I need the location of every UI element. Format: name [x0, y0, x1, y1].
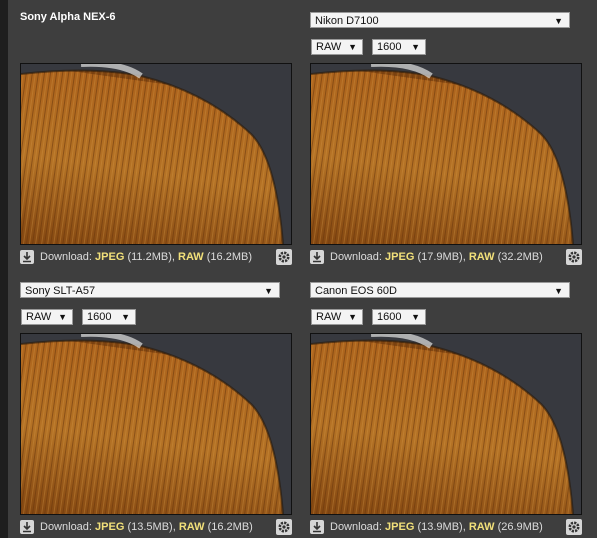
gear-icon[interactable] — [276, 519, 292, 535]
download-icon[interactable] — [310, 520, 324, 534]
download-label: Download: — [330, 251, 382, 263]
jpeg-size: (11.2MB) — [127, 251, 172, 263]
download-icon[interactable] — [20, 250, 34, 264]
sample-image[interactable] — [310, 333, 582, 515]
jpeg-size: (17.9MB) — [417, 251, 463, 263]
raw-link[interactable]: RAW — [469, 521, 495, 533]
brush-photo — [21, 334, 291, 514]
format-value: RAW — [26, 311, 52, 323]
iso-select[interactable]: 1600 ▼ — [82, 309, 136, 325]
format-select[interactable]: RAW ▼ — [311, 39, 363, 55]
comparison-cell-2: Nikon D7100 ▼ RAW ▼ 1600 ▼ Download: JPE… — [298, 0, 582, 270]
raw-size: (16.2MB) — [207, 521, 253, 533]
format-value: RAW — [316, 311, 342, 323]
jpeg-size: (13.9MB) — [417, 521, 463, 533]
download-icon[interactable] — [310, 250, 324, 264]
chevron-down-icon: ▼ — [264, 286, 273, 296]
raw-link[interactable]: RAW — [469, 251, 495, 263]
jpeg-link[interactable]: JPEG — [385, 521, 414, 533]
left-strip — [0, 0, 8, 538]
camera-select-value: Canon EOS 60D — [315, 285, 397, 297]
separator: , — [462, 251, 466, 263]
download-bar: Download: JPEG (17.9MB), RAW (32.2MB) — [310, 248, 584, 266]
chevron-down-icon: ▼ — [411, 42, 420, 52]
brush-photo — [21, 64, 291, 244]
gear-icon[interactable] — [566, 249, 582, 265]
download-bar: Download: JPEG (11.2MB), RAW (16.2MB) — [20, 248, 294, 266]
raw-link[interactable]: RAW — [178, 251, 204, 263]
camera-select-value: Sony SLT-A57 — [25, 285, 96, 297]
gear-icon[interactable] — [566, 519, 582, 535]
comparison-cell-1: Sony Alpha NEX-6 Download: JPEG (11.2MB)… — [8, 0, 292, 270]
sample-image[interactable] — [20, 63, 292, 245]
download-label: Download: — [40, 251, 92, 263]
format-select[interactable]: RAW ▼ — [21, 309, 73, 325]
iso-value: 1600 — [377, 311, 402, 323]
raw-size: (26.9MB) — [497, 521, 543, 533]
camera-select[interactable]: Nikon D7100 ▼ — [310, 12, 570, 28]
raw-link[interactable]: RAW — [179, 521, 205, 533]
format-select[interactable]: RAW ▼ — [311, 309, 363, 325]
comparison-panel: Sony Alpha NEX-6 Download: JPEG (11.2MB)… — [8, 0, 597, 538]
jpeg-link[interactable]: JPEG — [95, 251, 124, 263]
separator: , — [462, 521, 466, 533]
brush-photo — [311, 64, 581, 244]
jpeg-link[interactable]: JPEG — [95, 521, 124, 533]
raw-size: (32.2MB) — [497, 251, 543, 263]
download-label: Download: — [40, 521, 92, 533]
camera-select[interactable]: Canon EOS 60D ▼ — [310, 282, 570, 298]
download-text: Download: JPEG (17.9MB), RAW (32.2MB) — [330, 248, 543, 266]
chevron-down-icon: ▼ — [348, 42, 357, 52]
raw-size: (16.2MB) — [206, 251, 252, 263]
chevron-down-icon: ▼ — [58, 312, 67, 322]
chevron-down-icon: ▼ — [554, 16, 563, 26]
brush-photo — [311, 334, 581, 514]
chevron-down-icon: ▼ — [121, 312, 130, 322]
separator: , — [172, 521, 176, 533]
iso-value: 1600 — [377, 41, 402, 53]
comparison-cell-3: Sony SLT-A57 ▼ RAW ▼ 1600 ▼ Download: JP… — [8, 270, 292, 538]
gear-icon[interactable] — [276, 249, 292, 265]
chevron-down-icon: ▼ — [554, 286, 563, 296]
jpeg-size: (13.5MB) — [127, 521, 173, 533]
camera-select[interactable]: Sony SLT-A57 ▼ — [20, 282, 280, 298]
download-text: Download: JPEG (11.2MB), RAW (16.2MB) — [40, 248, 252, 266]
format-value: RAW — [316, 41, 342, 53]
iso-value: 1600 — [87, 311, 112, 323]
iso-select[interactable]: 1600 ▼ — [372, 39, 426, 55]
separator: , — [171, 251, 175, 263]
download-label: Download: — [330, 521, 382, 533]
download-text: Download: JPEG (13.9MB), RAW (26.9MB) — [330, 518, 543, 536]
download-bar: Download: JPEG (13.9MB), RAW (26.9MB) — [310, 518, 584, 536]
sample-image[interactable] — [310, 63, 582, 245]
download-bar: Download: JPEG (13.5MB), RAW (16.2MB) — [20, 518, 294, 536]
iso-select[interactable]: 1600 ▼ — [372, 309, 426, 325]
download-icon[interactable] — [20, 520, 34, 534]
camera-title: Sony Alpha NEX-6 — [20, 11, 116, 23]
chevron-down-icon: ▼ — [411, 312, 420, 322]
download-text: Download: JPEG (13.5MB), RAW (16.2MB) — [40, 518, 253, 536]
jpeg-link[interactable]: JPEG — [385, 251, 414, 263]
comparison-cell-4: Canon EOS 60D ▼ RAW ▼ 1600 ▼ Download: J… — [298, 270, 582, 538]
sample-image[interactable] — [20, 333, 292, 515]
camera-select-value: Nikon D7100 — [315, 15, 379, 27]
chevron-down-icon: ▼ — [348, 312, 357, 322]
